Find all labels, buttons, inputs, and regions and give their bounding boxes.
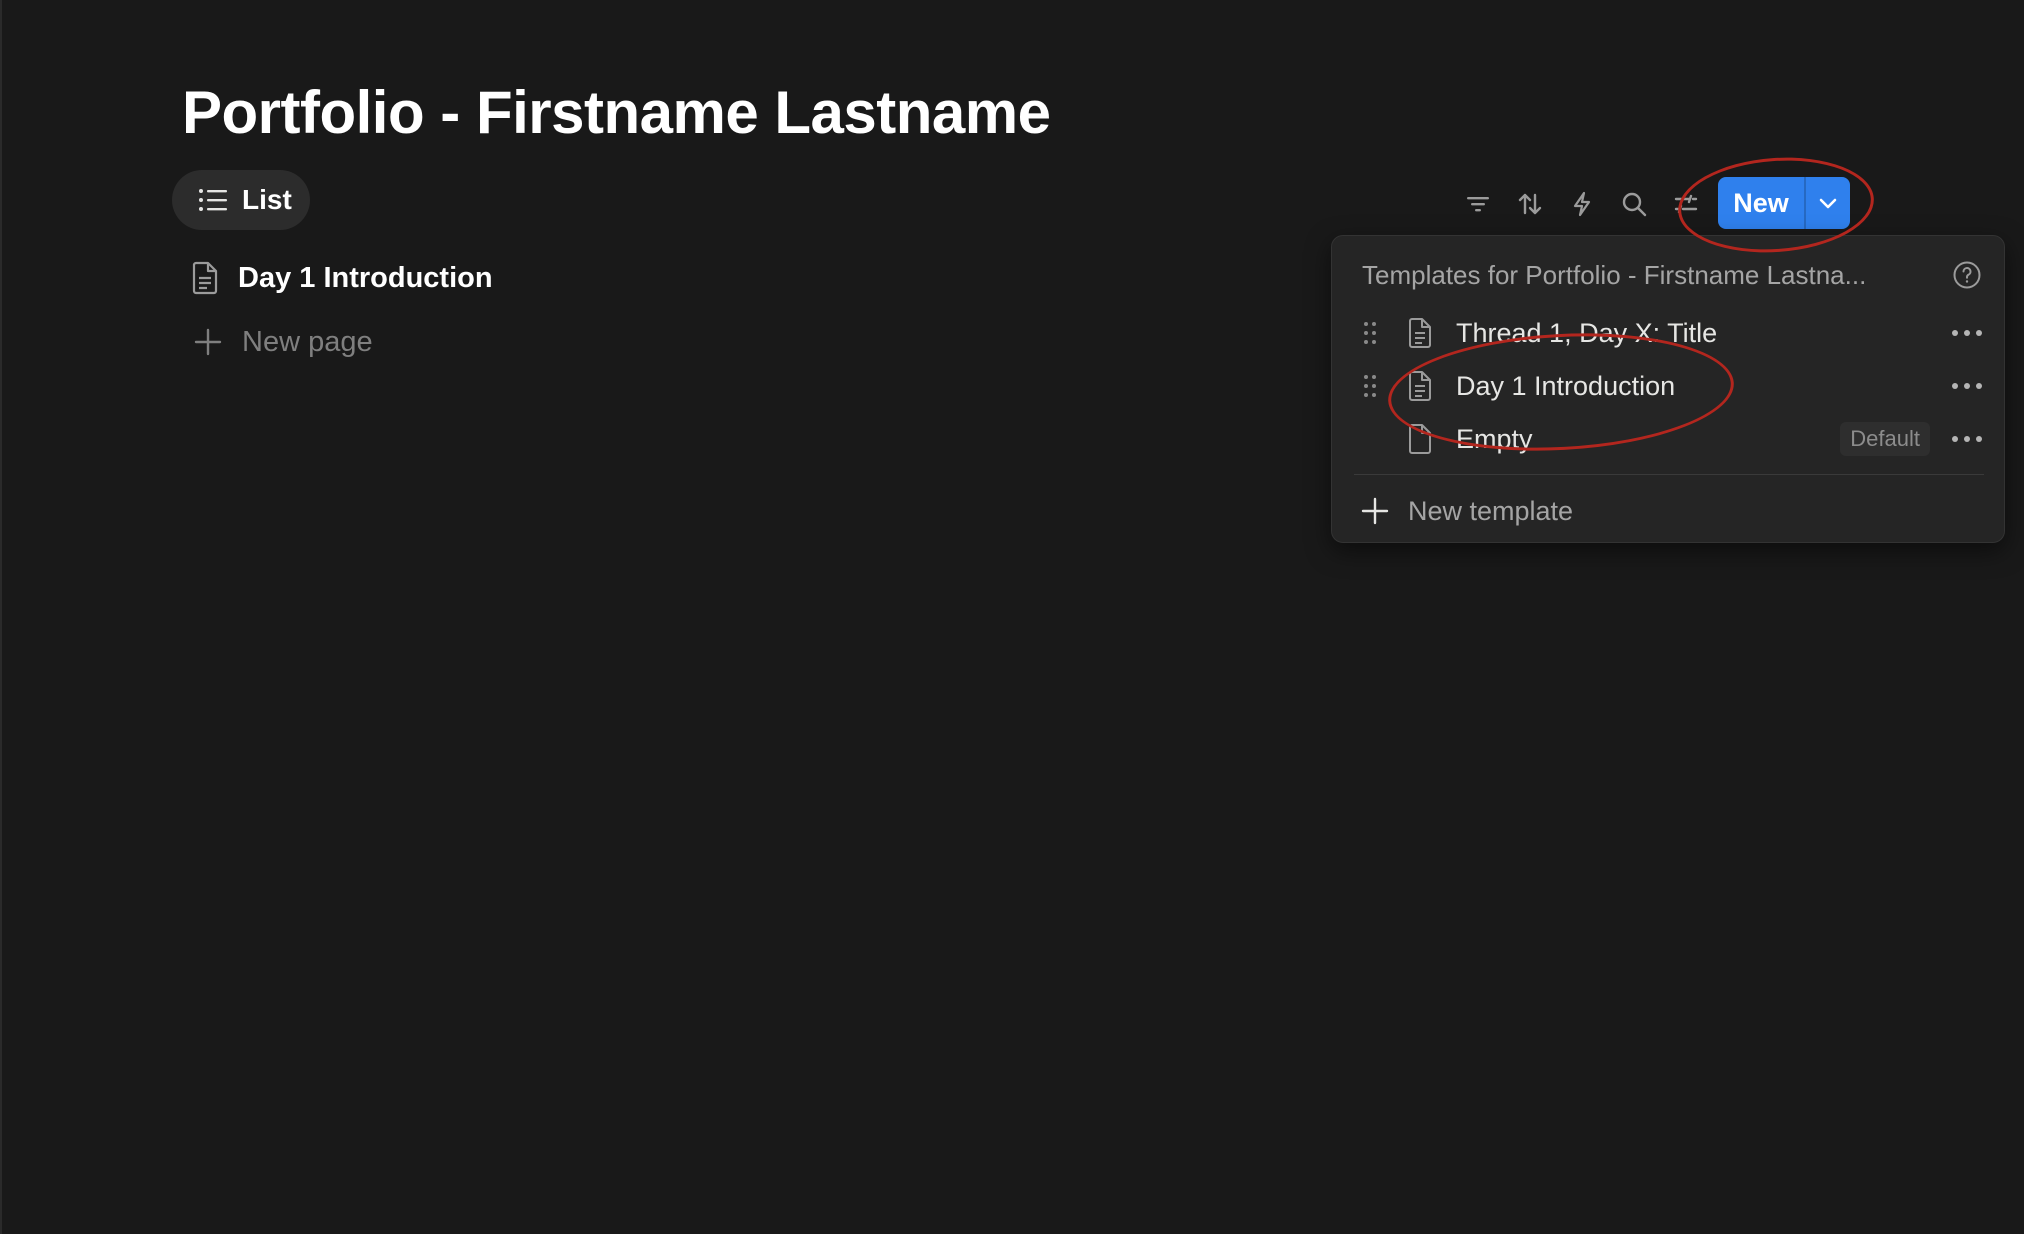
window-edge [0,0,2,1234]
drag-handle-icon[interactable] [1362,373,1378,399]
list-item[interactable]: Day 1 Introduction [188,256,493,300]
new-templates-dropdown-button[interactable] [1806,177,1850,229]
sort-icon[interactable] [1504,180,1556,228]
plus-icon [1361,497,1389,525]
more-options-icon[interactable] [1950,381,1984,391]
list-item-label: Day 1 Introduction [238,261,493,294]
page-icon [192,261,218,295]
menu-divider [1354,474,1984,475]
chevron-down-icon [1819,198,1837,209]
plus-icon [194,328,222,356]
database-list: Day 1 Introduction New page [188,256,493,364]
template-item[interactable]: Day 1 Introduction [1332,361,2006,411]
template-item[interactable]: Empty Default [1332,414,2006,464]
template-item[interactable]: Thread 1, Day X: Title [1332,308,2006,358]
list-icon [199,189,227,211]
new-template-button[interactable]: New template [1332,486,2006,536]
view-tab-list[interactable]: List [172,170,310,230]
new-template-label: New template [1408,495,1574,526]
filter-icon[interactable] [1452,180,1504,228]
search-icon[interactable] [1608,180,1660,228]
settings-sliders-icon[interactable] [1660,180,1712,228]
templates-menu: Templates for Portfolio - Firstname Last… [1331,235,2005,543]
template-item-label: Thread 1, Day X: Title [1456,317,1718,348]
more-options-icon[interactable] [1950,328,1984,338]
template-item-label: Day 1 Introduction [1456,370,1676,401]
page-text-icon [1409,371,1431,401]
page-title: Portfolio - Firstname Lastname [182,79,1051,146]
page-icon [1409,424,1431,454]
help-circle-icon[interactable] [1952,260,1982,290]
database-toolbar [1452,180,1712,228]
page-text-icon [1409,318,1431,348]
automation-bolt-icon[interactable] [1556,180,1608,228]
template-item-label: Empty [1456,423,1533,454]
new-page-label: New page [242,325,373,358]
templates-menu-header: Templates for Portfolio - Firstname Last… [1362,260,1867,290]
new-page-button[interactable]: New page [188,320,493,364]
drag-handle-icon[interactable] [1362,320,1378,346]
more-options-icon[interactable] [1950,434,1984,444]
default-badge: Default [1840,422,1930,456]
new-button-group: New [1718,177,1850,229]
new-button[interactable]: New [1718,177,1804,229]
view-tab-label: List [242,184,292,215]
